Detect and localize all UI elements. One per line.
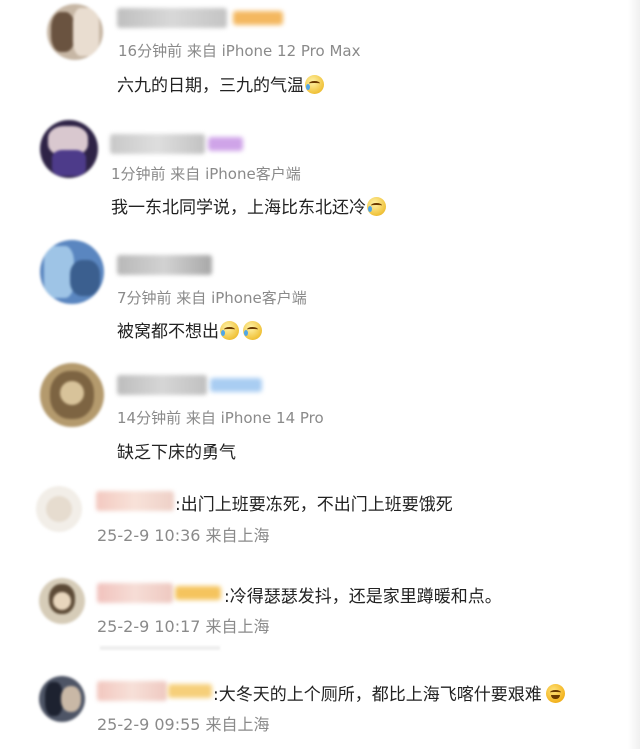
username-blurred[interactable] — [117, 8, 227, 28]
badge-blurred — [208, 137, 243, 151]
avatar[interactable] — [40, 120, 98, 178]
comment-text: 被窝都不想出 — [117, 317, 262, 342]
comment-text: 六九的日期，三九的气温 — [117, 71, 324, 96]
username-blurred[interactable] — [97, 681, 167, 701]
username-blurred[interactable] — [117, 375, 207, 395]
username-blurred[interactable] — [97, 583, 173, 603]
comment-text-content: 被窝都不想出 — [117, 322, 219, 342]
laugh-cry-emoji-icon — [220, 321, 239, 340]
divider — [100, 646, 220, 650]
comment-feed: 16分钟前 来自 iPhone 12 Pro Max 六九的日期，三九的气温 1… — [0, 0, 640, 749]
comment-meta: 25-2-9 10:36 来自上海 — [97, 526, 270, 545]
comment-item: 7分钟前 来自 iPhone客户端 被窝都不想出 — [0, 230, 640, 350]
badge-blurred — [175, 586, 221, 600]
kiss-emoji-icon — [545, 684, 565, 703]
comment-item: :出门上班要冻死，不出门上班要饿死 25-2-9 10:36 来自上海 — [0, 478, 640, 563]
avatar[interactable] — [39, 578, 85, 624]
comment-text-content: :大冬天的上个厕所，都比上海飞喀什要艰难 — [213, 685, 542, 705]
comment-meta: 14分钟前 来自 iPhone 14 Pro — [117, 409, 324, 427]
crying-emoji-icon — [367, 197, 386, 216]
laugh-cry-emoji-icon — [243, 321, 262, 340]
comment-text-content: 六九的日期，三九的气温 — [117, 76, 304, 96]
comment-meta: 25-2-9 10:17 来自上海 — [97, 617, 270, 636]
comment-text: :大冬天的上个厕所，都比上海飞喀什要艰难 — [213, 680, 565, 705]
avatar[interactable] — [36, 486, 82, 532]
comment-text-content: 我一东北同学说，上海比东北还冷 — [111, 198, 366, 218]
comment-text: 我一东北同学说，上海比东北还冷 — [111, 193, 386, 218]
scroll-edge-shadow — [628, 0, 640, 749]
comment-text: 缺乏下床的勇气 — [117, 443, 236, 463]
username-blurred[interactable] — [110, 134, 205, 154]
avatar[interactable] — [47, 4, 103, 60]
comment-item: 16分钟前 来自 iPhone 12 Pro Max 六九的日期，三九的气温 — [0, 0, 640, 110]
badge-blurred — [168, 684, 212, 698]
badge-blurred — [210, 378, 262, 392]
comment-meta: 25-2-9 09:55 来自上海 — [97, 715, 270, 734]
comment-item: 14分钟前 来自 iPhone 14 Pro 缺乏下床的勇气 — [0, 355, 640, 475]
comment-text: :出门上班要冻死，不出门上班要饿死 — [175, 495, 453, 515]
comment-item: :大冬天的上个厕所，都比上海飞喀什要艰难 25-2-9 09:55 来自上海 — [0, 668, 640, 749]
comment-item: :冷得瑟瑟发抖，还是家里蹲暖和点。 25-2-9 10:17 来自上海 — [0, 568, 640, 658]
laugh-cry-emoji-icon — [305, 75, 324, 94]
badge-blurred — [233, 11, 283, 25]
comment-meta: 1分钟前 来自 iPhone客户端 — [111, 165, 301, 183]
comment-text: :冷得瑟瑟发抖，还是家里蹲暖和点。 — [224, 587, 502, 607]
avatar[interactable] — [39, 676, 85, 722]
comment-meta: 7分钟前 来自 iPhone客户端 — [117, 289, 307, 307]
avatar[interactable] — [40, 240, 104, 304]
comment-meta: 16分钟前 来自 iPhone 12 Pro Max — [118, 42, 361, 60]
username-blurred[interactable] — [96, 491, 174, 511]
avatar[interactable] — [40, 363, 104, 427]
username-blurred[interactable] — [117, 255, 212, 275]
comment-item: 1分钟前 来自 iPhone客户端 我一东北同学说，上海比东北还冷 — [0, 110, 640, 230]
